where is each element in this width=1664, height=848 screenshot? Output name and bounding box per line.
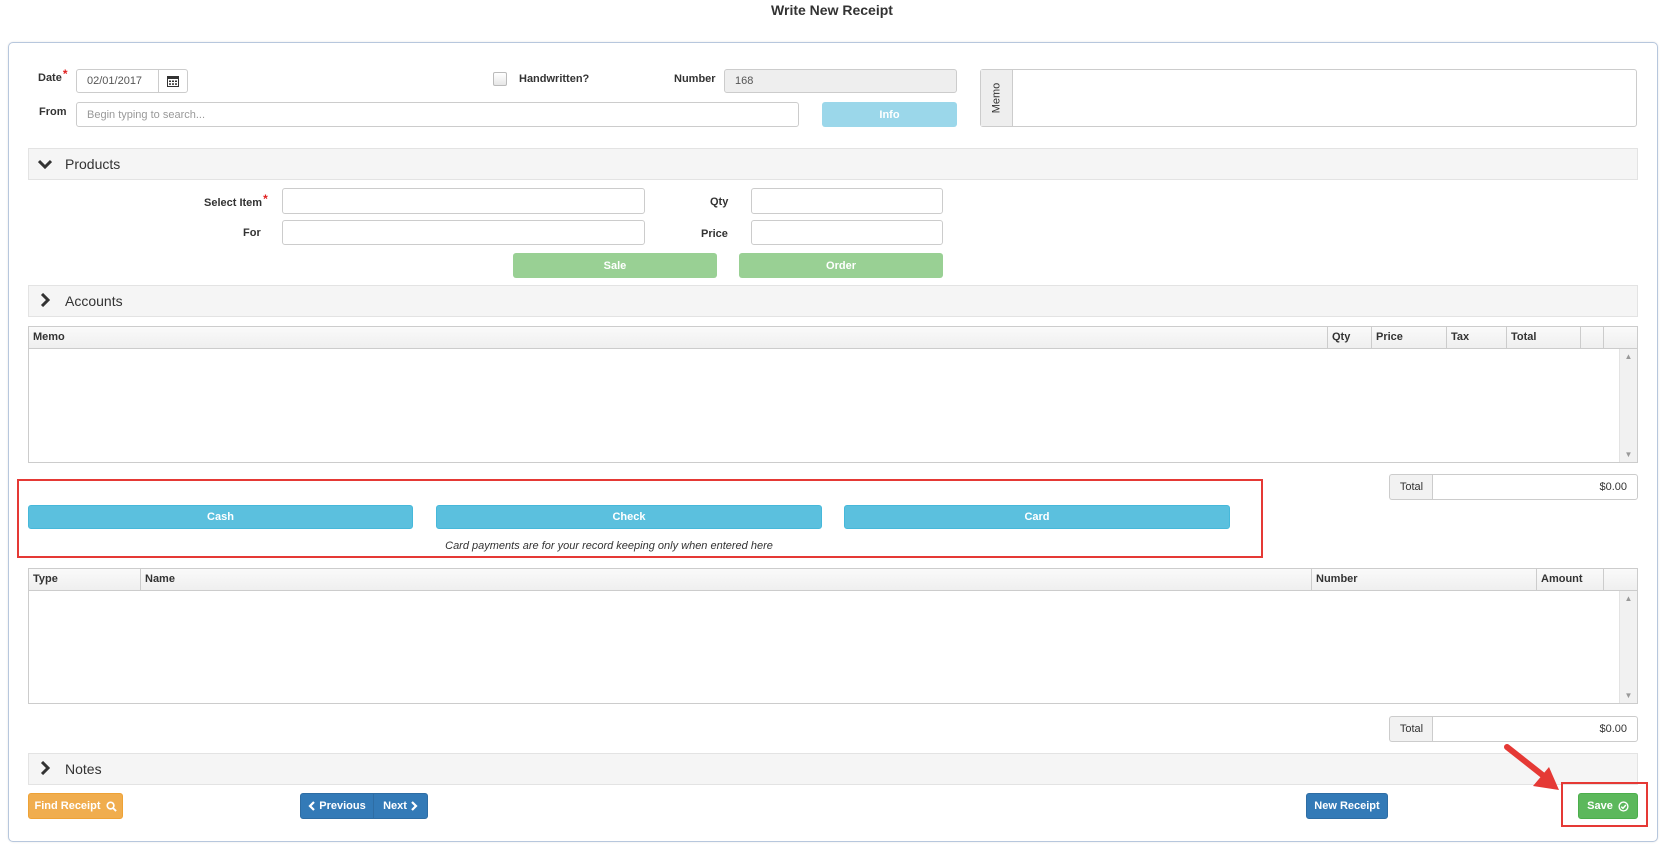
info-button[interactable]: Info bbox=[822, 102, 957, 127]
page-title: Write New Receipt bbox=[771, 2, 893, 18]
from-label: From bbox=[39, 106, 67, 118]
sale-button[interactable]: Sale bbox=[513, 253, 717, 278]
select-item-label: Select Item* bbox=[204, 192, 268, 209]
find-receipt-button[interactable]: Find Receipt bbox=[28, 793, 123, 819]
chevron-right-icon bbox=[29, 292, 61, 310]
chevron-right-icon bbox=[29, 760, 61, 778]
number-field: 168 bbox=[724, 69, 957, 93]
previous-button[interactable]: Previous bbox=[300, 793, 374, 819]
for-label: For bbox=[243, 227, 261, 239]
memo-label-box: Memo bbox=[981, 70, 1013, 126]
payments-total-label: Total bbox=[1389, 716, 1433, 742]
accounts-grid-header: Memo Qty Price Tax Total bbox=[29, 327, 1637, 349]
column-header-qty[interactable]: Qty bbox=[1328, 327, 1372, 348]
accounts-scrollbar[interactable]: ▲ ▼ bbox=[1619, 349, 1637, 462]
chevron-left-icon bbox=[308, 801, 316, 811]
column-header-name[interactable]: Name bbox=[141, 569, 1312, 590]
order-button[interactable]: Order bbox=[739, 253, 943, 278]
column-header-type[interactable]: Type bbox=[29, 569, 141, 590]
notes-section-header[interactable]: Notes bbox=[28, 753, 1638, 785]
save-button[interactable]: Save bbox=[1578, 793, 1638, 819]
scroll-down-icon[interactable]: ▼ bbox=[1620, 691, 1637, 700]
price-input[interactable] bbox=[751, 220, 943, 245]
card-payment-note: Card payments are for your record keepin… bbox=[445, 540, 773, 552]
new-receipt-button[interactable]: New Receipt bbox=[1306, 793, 1388, 819]
column-header-number[interactable]: Number bbox=[1312, 569, 1537, 590]
number-label: Number bbox=[674, 73, 716, 85]
column-header-amount[interactable]: Amount bbox=[1537, 569, 1604, 590]
scroll-up-icon[interactable]: ▲ bbox=[1620, 594, 1637, 603]
scroll-up-icon[interactable]: ▲ bbox=[1620, 352, 1637, 361]
accounts-total-value: $0.00 bbox=[1432, 474, 1638, 500]
scroll-down-icon[interactable]: ▼ bbox=[1620, 450, 1637, 459]
payments-scrollbar[interactable]: ▲ ▼ bbox=[1619, 591, 1637, 703]
products-title: Products bbox=[65, 156, 121, 172]
next-button[interactable]: Next bbox=[373, 793, 428, 819]
notes-title: Notes bbox=[65, 761, 102, 777]
payments-grid: Type Name Number Amount ▲ ▼ bbox=[28, 568, 1638, 704]
payments-grid-header: Type Name Number Amount bbox=[29, 569, 1637, 591]
date-input[interactable]: 02/01/2017 bbox=[76, 69, 159, 93]
column-header-memo[interactable]: Memo bbox=[29, 327, 1328, 348]
card-button[interactable]: Card bbox=[844, 505, 1230, 529]
column-header-total[interactable]: Total bbox=[1507, 327, 1581, 348]
cash-button[interactable]: Cash bbox=[28, 505, 413, 529]
chevron-down-icon bbox=[29, 156, 61, 172]
accounts-total-label: Total bbox=[1389, 474, 1433, 500]
column-header-price[interactable]: Price bbox=[1372, 327, 1447, 348]
check-button[interactable]: Check bbox=[436, 505, 822, 529]
from-search-input[interactable]: Begin typing to search... bbox=[76, 102, 799, 127]
payments-total-value: $0.00 bbox=[1432, 716, 1638, 742]
products-section-header[interactable]: Products bbox=[28, 148, 1638, 180]
column-header-tax[interactable]: Tax bbox=[1447, 327, 1507, 348]
accounts-title: Accounts bbox=[65, 293, 123, 309]
select-item-input[interactable] bbox=[282, 188, 645, 214]
annotation-arrow-icon bbox=[1504, 744, 1559, 790]
memo-label: Memo bbox=[990, 82, 1003, 114]
handwritten-checkbox[interactable] bbox=[493, 72, 507, 86]
chevron-right-icon bbox=[411, 801, 418, 811]
accounts-section-header[interactable]: Accounts bbox=[28, 285, 1638, 317]
column-header-action bbox=[1581, 327, 1604, 348]
accounts-grid: Memo Qty Price Tax Total ▲ ▼ bbox=[28, 326, 1638, 463]
calendar-icon bbox=[167, 76, 179, 87]
calendar-button[interactable] bbox=[158, 69, 188, 93]
price-label: Price bbox=[701, 228, 728, 240]
qty-label: Qty bbox=[710, 196, 729, 208]
handwritten-label: Handwritten? bbox=[519, 73, 590, 85]
qty-input[interactable] bbox=[751, 188, 943, 214]
check-circle-icon bbox=[1618, 800, 1629, 812]
search-icon bbox=[105, 800, 117, 812]
memo-field[interactable]: Memo bbox=[980, 69, 1637, 127]
date-label: Date* bbox=[38, 67, 68, 84]
for-input[interactable] bbox=[282, 220, 645, 245]
